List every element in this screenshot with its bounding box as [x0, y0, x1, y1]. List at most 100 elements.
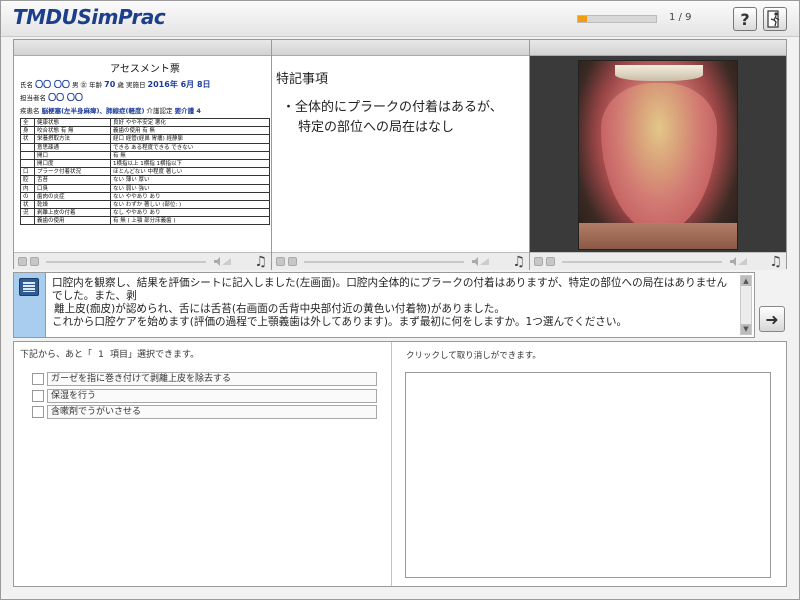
volume-icon[interactable]	[472, 257, 490, 266]
progress-counter: 1 / 9	[669, 12, 692, 23]
sheet-cell: 義歯の使用	[35, 217, 111, 225]
sheet-row: 意思疎通 できる ある程度できる できない	[21, 143, 270, 152]
sheet-cell: ない 薄い 厚い	[111, 176, 270, 184]
notes-panel: 特記事項 ・全体的にプラークの付着はあるが、 特定の部位への局在はなし ♫	[272, 40, 530, 270]
seek-slider[interactable]	[304, 261, 464, 263]
choice-checkbox[interactable]	[32, 373, 44, 385]
volume-icon[interactable]	[214, 257, 232, 266]
play-button[interactable]	[18, 257, 27, 266]
choice-option[interactable]: 保湿を行う	[32, 389, 377, 403]
sheet-cell: 剥離上皮の付着	[35, 209, 111, 217]
sheet-row: 腔舌苔 ない 薄い 厚い	[21, 176, 270, 185]
sheet-cell	[21, 217, 35, 225]
message-box: 口腔内を観察し、結果を評価シートに記入しました(左画面)。口腔内全体的にプラーク…	[13, 272, 755, 338]
sheet-cell: 咬合状態 有 無	[35, 127, 111, 135]
music-note-icon[interactable]: ♫	[769, 254, 782, 270]
sheet-cell: 義歯の使用 有 無	[111, 127, 270, 135]
assessment-panel: アセスメント票 氏名 〇〇 〇〇 男 ㊛ 年齢 70 歳 実施日 2016年 6…	[14, 40, 272, 270]
app-window: TMDUSimPrac 1 / 9 ? アセスメント票 氏名 〇〇 〇〇 男 ㊛	[0, 0, 800, 600]
music-note-icon[interactable]: ♫	[254, 254, 267, 270]
app-logo: TMDUSimPrac	[13, 5, 166, 29]
sheet-cell: プラーク付着状況	[35, 168, 111, 176]
play-button[interactable]	[534, 257, 543, 266]
selected-list[interactable]	[405, 372, 771, 578]
sheet-cell: できる ある程度できる できない	[111, 143, 270, 151]
choice-checkbox[interactable]	[32, 390, 44, 402]
scroll-down-icon[interactable]: ▼	[741, 324, 751, 334]
sheet-cell: 身	[21, 127, 35, 135]
help-button[interactable]: ?	[733, 7, 757, 31]
cancel-hint: クリックして取り消しができます。	[406, 351, 541, 361]
sheet-cell: 健康状態	[35, 119, 111, 127]
sheet-cell: 状	[21, 200, 35, 209]
sheet-title: アセスメント票	[110, 64, 180, 75]
sheet-cell: 有 無	[111, 151, 270, 159]
sheet-row: 開口度 1横指以上 1横指 1横指以下	[21, 159, 270, 169]
sheet-cell	[21, 151, 35, 159]
media-controls: ♫	[14, 252, 271, 270]
play-button[interactable]	[276, 257, 285, 266]
sheet-cell: 開口度	[35, 159, 111, 168]
sheet-staff-line: 担当者名 〇〇 〇〇	[20, 93, 83, 102]
choice-label[interactable]: ガーゼを指に巻き付けて剥離上皮を除去する	[47, 372, 377, 386]
top-panels: アセスメント票 氏名 〇〇 〇〇 男 ㊛ 年齢 70 歳 実施日 2016年 6…	[13, 39, 787, 270]
selected-panel: クリックして取り消しができます。	[392, 342, 786, 586]
seek-slider[interactable]	[562, 261, 722, 263]
notes-body: ・全体的にプラークの付着はあるが、 特定の部位への局在はなし	[282, 100, 503, 135]
sheet-cell: 歯肉の炎症	[35, 192, 111, 200]
panel-tabbar	[14, 40, 271, 56]
volume-icon[interactable]	[730, 257, 748, 266]
choice-panel: 下記から、あと「 1 項目」選択できます。 ガーゼを指に巻き付けて剥離上皮を除去する…	[14, 342, 392, 586]
notes-title: 特記事項	[276, 72, 329, 87]
choice-option[interactable]: ガーゼを指に巻き付けて剥離上皮を除去する	[32, 372, 377, 386]
exit-door-icon	[767, 10, 780, 28]
sheet-cell: の	[21, 192, 35, 200]
sheet-cell: ない わずか 著しい (部位: )	[111, 200, 270, 209]
next-button[interactable]: ➜	[759, 306, 785, 332]
sheet-cell: 況	[21, 209, 35, 217]
choice-label[interactable]: 含嗽剤でうがいさせる	[47, 405, 377, 419]
sheet-cell: 栄養摂取方法	[35, 135, 111, 143]
sheet-cell: 口臭	[35, 184, 111, 192]
choice-label[interactable]: 保湿を行う	[47, 389, 377, 403]
scroll-up-icon[interactable]: ▲	[741, 276, 751, 286]
sheet-cell: 腔	[21, 176, 35, 184]
panel-tabbar	[530, 40, 786, 56]
sheet-cell: ない 弱い 強い	[111, 184, 270, 192]
sheet-cell	[21, 159, 35, 168]
media-controls: ♫	[272, 252, 529, 270]
sheet-cell: 乾燥	[35, 200, 111, 209]
progress-bar	[577, 15, 657, 23]
panel-tabbar	[272, 40, 529, 56]
seek-slider[interactable]	[46, 261, 206, 263]
sheet-cell: 経口 経管(経鼻 胃瘻) 経静脈	[111, 135, 270, 143]
choice-option[interactable]: 含嗽剤でうがいさせる	[32, 405, 377, 419]
stop-button[interactable]	[546, 257, 555, 266]
sheet-cell: 全	[21, 119, 35, 127]
message-text: 口腔内を観察し、結果を評価シートに記入しました(左画面)。口腔内全体的にプラーク…	[52, 277, 728, 328]
sheet-patient-line: 氏名 〇〇 〇〇 男 ㊛ 年齢 70 歳 実施日 2016年 6月 8日	[20, 80, 211, 89]
sheet-row: 況剥離上皮の付着 なし ややあり あり	[21, 209, 270, 218]
message-scrollbar[interactable]: ▲ ▼	[740, 275, 752, 335]
music-note-icon[interactable]: ♫	[512, 254, 525, 270]
sheet-row: 全健康状態 良好 やや不安定 悪化	[21, 119, 270, 128]
sheet-cell: なし ややあり あり	[111, 209, 270, 217]
arrow-right-icon: ➜	[765, 309, 779, 329]
stop-button[interactable]	[30, 257, 39, 266]
sheet-cell	[21, 143, 35, 151]
progress-fill	[578, 16, 587, 22]
sheet-row: 義歯の使用有 無 ( 上顎 部分床義歯 )	[21, 217, 270, 226]
sheet-row: の歯肉の炎症 ない ややあり あり	[21, 192, 270, 201]
sheet-cell: 舌苔	[35, 176, 111, 184]
tongue-photo	[578, 60, 738, 250]
answer-area: 下記から、あと「 1 項目」選択できます。 ガーゼを指に巻き付けて剥離上皮を除去する…	[13, 341, 787, 587]
message-icon-column	[14, 273, 46, 337]
sheet-row: 身咬合状態 有 無義歯の使用 有 無	[21, 127, 270, 136]
choice-checkbox[interactable]	[32, 406, 44, 418]
image-panel: ♫	[530, 40, 786, 270]
sheet-row: 開口有 無	[21, 151, 270, 160]
stop-button[interactable]	[288, 257, 297, 266]
choice-instruction: 下記から、あと「 1 項目」選択できます。	[20, 350, 200, 360]
exit-button[interactable]	[763, 7, 787, 31]
sheet-cell: 開口	[35, 151, 111, 159]
